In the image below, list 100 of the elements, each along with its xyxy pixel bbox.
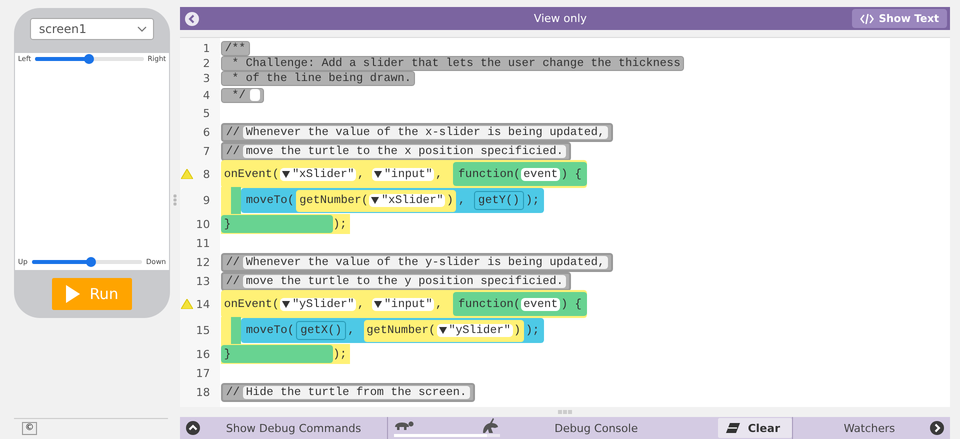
dropdown-chip[interactable]: "ySlider" bbox=[436, 324, 513, 337]
comment-text: move the turtle to the y position specificied. bbox=[242, 275, 566, 288]
code-block[interactable]: onEvent( "ySlider" , "input" , function( event ) { bbox=[221, 290, 587, 318]
caret-icon bbox=[374, 170, 382, 178]
code-text: onEvent( bbox=[224, 168, 280, 180]
comment-text: Whenever the value of the x-slider is being updated, bbox=[242, 126, 608, 139]
chevron-down-icon bbox=[137, 26, 147, 32]
slider-thumb[interactable] bbox=[86, 257, 96, 267]
eraser-icon bbox=[726, 422, 740, 434]
comment-block[interactable]: // move the turtle to the x position specificied. bbox=[221, 142, 572, 161]
code-text: ); bbox=[526, 194, 540, 207]
line-number: 18 bbox=[195, 386, 210, 399]
dropdown-chip[interactable]: "ySlider" bbox=[280, 298, 356, 310]
editor-title: View only bbox=[532, 12, 588, 25]
line-number: 13 bbox=[195, 275, 210, 288]
comment-block[interactable]: * Challenge: Add a slider that lets the user change the thickness bbox=[221, 56, 684, 71]
comment-block[interactable]: */ bbox=[221, 88, 264, 102]
code-text: // bbox=[226, 275, 240, 288]
line-number: 17 bbox=[195, 367, 210, 380]
code-text: ) { bbox=[560, 298, 582, 310]
dropdown-chip[interactable]: "xSlider" bbox=[280, 168, 356, 180]
chevron-up-icon bbox=[186, 421, 200, 435]
chevron-right-icon bbox=[930, 421, 944, 435]
comment-block[interactable]: // move the turtle to the y position specificied. bbox=[221, 272, 572, 291]
code-block[interactable]: onEvent( "xSlider" , "input" , function( event ) { bbox=[221, 160, 587, 188]
parameter-chip: event bbox=[521, 168, 560, 180]
line-number: 11 bbox=[195, 237, 210, 250]
screen-dropdown[interactable]: screen1 bbox=[30, 18, 154, 40]
code-text: , bbox=[348, 324, 356, 337]
code-text: , bbox=[435, 298, 444, 310]
comment-block[interactable]: // Whenever the value of the x-slider is being updated, bbox=[221, 123, 613, 142]
code-text: */ bbox=[230, 88, 246, 102]
rabbit-icon bbox=[480, 417, 500, 435]
code-block[interactable]: } bbox=[221, 215, 333, 233]
code-block[interactable]: moveTo( getNumber( "xSlider" ) , getY() ); bbox=[241, 188, 544, 213]
code-text: } bbox=[224, 218, 231, 230]
caret-icon bbox=[282, 170, 290, 178]
line-number: 2 bbox=[202, 57, 210, 70]
chevron-left-icon bbox=[185, 12, 199, 26]
comment-block[interactable]: /** bbox=[221, 41, 250, 56]
dropdown-chip[interactable]: "input" bbox=[372, 168, 434, 180]
code-text: // bbox=[226, 145, 240, 158]
line-number: 7 bbox=[202, 145, 210, 158]
code-block[interactable]: function( event ) { bbox=[453, 292, 587, 316]
comment-block[interactable]: // Whenever the value of the y-slider is being updated, bbox=[221, 253, 613, 272]
code-text: * Challenge: Add a slider that lets the user change the thickness bbox=[230, 57, 680, 70]
code-block[interactable]: function( event ) { bbox=[453, 162, 587, 186]
code-text: , bbox=[357, 168, 366, 180]
slider-track[interactable] bbox=[35, 57, 144, 61]
code-block[interactable]: getY() bbox=[474, 191, 524, 210]
comment-block[interactable]: * of the line being drawn. bbox=[221, 71, 416, 86]
code-block[interactable]: moveTo( getX() , getNumber( "ySlider" ) ); bbox=[241, 318, 544, 343]
function-block-strip bbox=[231, 317, 241, 344]
code-text: moveTo( bbox=[246, 194, 294, 207]
comment-block[interactable]: // Hide the turtle from the screen. bbox=[221, 383, 475, 402]
back-button[interactable] bbox=[185, 12, 199, 26]
code-text: getX() bbox=[300, 324, 342, 337]
dropdown-chip[interactable]: "input" bbox=[372, 298, 434, 310]
play-icon bbox=[66, 285, 80, 303]
comment-text: move the turtle to the x position specificied. bbox=[242, 145, 566, 158]
drag-handle-icon bbox=[558, 410, 572, 414]
code-text: // bbox=[226, 386, 240, 399]
code-icon bbox=[860, 12, 874, 24]
line-number: 12 bbox=[195, 256, 210, 269]
code-text: ); bbox=[333, 218, 347, 230]
slider-thumb[interactable] bbox=[84, 54, 94, 64]
empty-slot bbox=[250, 89, 260, 101]
caret-icon bbox=[371, 197, 380, 204]
show-debug-commands-button[interactable]: Show Debug Commands bbox=[180, 417, 388, 439]
code-text: , bbox=[435, 168, 444, 180]
line-number: 4 bbox=[202, 88, 210, 102]
watchers-toggle-button[interactable] bbox=[930, 421, 944, 435]
code-block[interactable]: } bbox=[221, 345, 333, 363]
drag-handle-icon bbox=[173, 194, 177, 206]
code-text: } bbox=[224, 348, 231, 360]
slider-track[interactable] bbox=[32, 260, 142, 264]
line-number: 6 bbox=[202, 126, 210, 139]
code-text: getY() bbox=[478, 194, 520, 207]
code-text: * of the line being drawn. bbox=[230, 72, 412, 85]
watchers-title: Watchers bbox=[844, 422, 895, 434]
line-number: 14 bbox=[195, 298, 210, 310]
line-number: 9 bbox=[202, 194, 210, 207]
dropdown-chip[interactable]: "xSlider" bbox=[369, 194, 446, 207]
code-text: onEvent( bbox=[224, 298, 280, 310]
code-block[interactable]: getX() bbox=[296, 321, 346, 340]
code-text: , bbox=[357, 298, 366, 310]
code-block[interactable]: getNumber( "ySlider" ) bbox=[364, 320, 524, 342]
code-block[interactable]: getNumber( "xSlider" ) bbox=[296, 190, 456, 212]
code-text: /** bbox=[225, 42, 246, 55]
code-text: function( bbox=[458, 298, 520, 310]
copyright-button[interactable]: © bbox=[22, 422, 37, 435]
line-number: 16 bbox=[195, 348, 210, 360]
code-text: getNumber( bbox=[299, 194, 368, 207]
line-number: 15 bbox=[195, 324, 210, 337]
function-block-strip bbox=[231, 187, 241, 214]
code-text: ) bbox=[446, 194, 454, 207]
code-text: , bbox=[458, 194, 466, 207]
code-text: // bbox=[226, 126, 240, 139]
clear-button[interactable]: Clear bbox=[718, 418, 792, 438]
code-text: ) bbox=[514, 324, 521, 337]
